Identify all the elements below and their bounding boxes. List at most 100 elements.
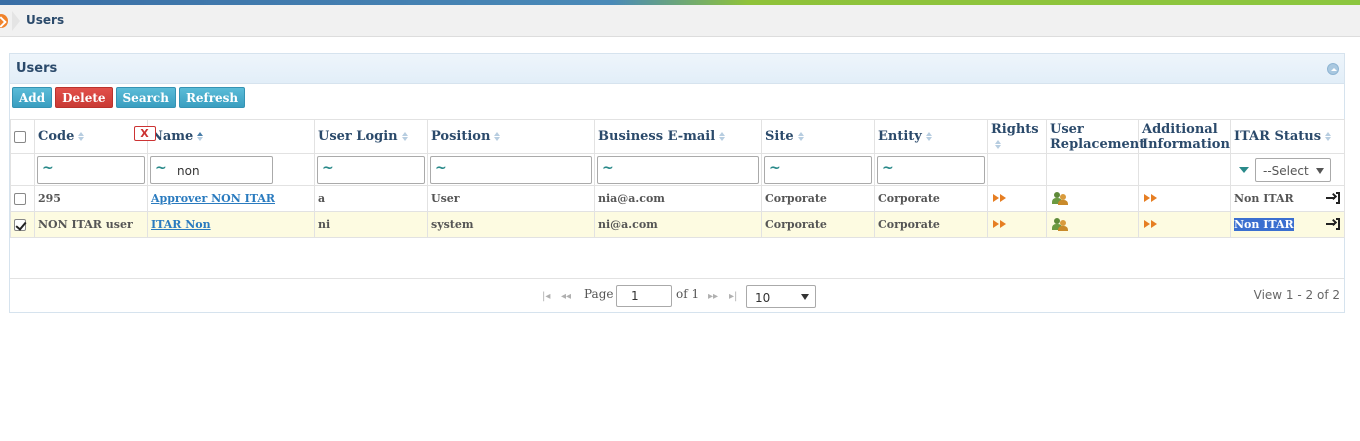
column-header-site[interactable]: Site [761,119,875,154]
cell-code: 295 [34,185,148,212]
itar-status-value: Non ITAR [1234,192,1294,205]
filter-cell-site: ~ [761,153,875,186]
cell-site: Corporate [761,211,875,238]
next-page-icon[interactable]: ▸▸ [708,291,718,302]
sort-icon [719,132,726,141]
page-total-label: of 1 [676,287,700,301]
login-icon[interactable] [1326,218,1340,230]
rows-per-page-select[interactable]: 10 [746,285,816,308]
rights-expand-icon[interactable] [993,220,1007,228]
table-row[interactable]: NON ITAR user ITAR Non ni system ni@a.co… [10,211,1345,238]
filter-cell-empty [10,153,35,186]
row-select-cell [10,185,35,212]
add-button[interactable]: Add [12,87,53,108]
column-header-entity[interactable]: Entity [874,119,988,154]
sort-icon [78,132,85,141]
itar-status-filter-select[interactable]: --Select-- [1255,157,1331,182]
header-row: Code Name User Login Position Business E… [10,119,1345,154]
breadcrumb-current[interactable]: Users [26,13,64,27]
column-header-code[interactable]: Code [34,119,148,154]
table-row[interactable]: 295 Approver NON ITAR a User nia@a.com C… [10,185,1345,212]
code-filter-input[interactable]: ~ [37,155,145,184]
filter-icon[interactable] [1239,166,1249,173]
login-icon[interactable] [1326,192,1340,204]
user-login-filter-input[interactable]: ~ [317,155,425,184]
email-filter-input[interactable]: ~ [597,155,759,184]
filter-cell-user-login: ~ [314,153,428,186]
toolbar: Add Delete Search Refresh [12,87,246,109]
select-all-cell [10,119,35,154]
sort-icon [797,132,804,141]
refresh-button[interactable]: Refresh [178,87,246,108]
sort-icon [925,132,932,141]
contains-operator-icon[interactable]: ~ [882,160,894,176]
filter-cell-code: ~ [34,153,148,186]
row-checkbox[interactable] [14,219,26,231]
name-filter-value: non [177,163,200,178]
first-page-icon[interactable]: |◂ [542,291,550,302]
filter-cell-position: ~ [427,153,595,186]
sort-icon [1325,132,1332,141]
page-label: Page [584,287,614,301]
column-header-rights[interactable]: Rights [987,119,1047,154]
name-filter-input[interactable]: ~ non [150,155,273,184]
cell-name: ITAR Non [147,211,315,238]
contains-operator-icon[interactable]: ~ [155,160,167,176]
record-count: View 1 - 2 of 2 [1253,288,1340,302]
row-checkbox[interactable] [14,193,26,205]
entity-filter-input[interactable]: ~ [877,155,985,184]
sort-asc-icon [197,132,204,141]
filter-cell-email: ~ [594,153,762,186]
rights-expand-icon[interactable] [993,194,1007,202]
cell-user-replacement [1046,185,1139,212]
additional-info-expand-icon[interactable] [1144,194,1158,202]
contains-operator-icon[interactable]: ~ [769,160,781,176]
breadcrumb-separator [12,11,20,31]
panel-title: Users [16,61,58,76]
user-name-link[interactable]: Approver NON ITAR [151,192,275,205]
users-icon[interactable] [1052,192,1068,206]
delete-button[interactable]: Delete [55,87,113,108]
column-header-name[interactable]: Name [147,119,315,154]
chevron-down-icon [801,294,809,300]
cell-additional-info [1138,211,1231,238]
filter-cell-name: ~ non X [133,125,315,186]
contains-operator-icon[interactable]: ~ [42,160,54,176]
pager: |◂ ◂◂ Page 1 of 1 ▸▸ ▸| 10 View 1 - 2 of… [10,278,1344,312]
cell-login: a [314,185,428,212]
itar-status-value: Non ITAR [1234,218,1294,231]
contains-operator-icon[interactable]: ~ [435,160,447,176]
panel-header: Users [10,54,1344,84]
position-filter-input[interactable]: ~ [430,155,592,184]
clear-filter-button[interactable]: X [133,125,156,141]
column-header-business-email[interactable]: Business E-mail [594,119,762,154]
cell-email: ni@a.com [594,211,762,238]
sort-icon [995,139,1001,149]
column-header-position[interactable]: Position [427,119,595,154]
search-button[interactable]: Search [115,87,176,108]
page-number-input[interactable]: 1 [616,285,672,307]
filter-row: ~ ~ non X ~ ~ ~ ~ ~ --Select-- [10,125,1345,186]
cell-entity: Corporate [874,211,988,238]
user-name-link[interactable]: ITAR Non [151,218,211,231]
filter-cell-entity: ~ [874,153,988,186]
filter-cell-itar-status: --Select-- [1230,153,1345,186]
users-icon[interactable] [1052,218,1068,232]
last-page-icon[interactable]: ▸| [729,291,737,302]
collapse-icon[interactable] [1327,63,1339,75]
site-filter-input[interactable]: ~ [764,155,872,184]
cell-entity: Corporate [874,185,988,212]
prev-page-icon[interactable]: ◂◂ [561,291,571,302]
cell-itar-status: Non ITAR [1230,211,1345,238]
filter-cell-additional-info [1138,153,1231,186]
contains-operator-icon[interactable]: ~ [602,160,614,176]
column-header-itar-status[interactable]: ITAR Status [1230,119,1345,154]
additional-info-expand-icon[interactable] [1144,220,1158,228]
sort-icon [494,132,501,141]
cell-email: nia@a.com [594,185,762,212]
home-icon[interactable] [0,14,8,28]
users-panel: Users Add Delete Search Refresh Code Nam… [9,53,1345,313]
column-header-user-login[interactable]: User Login [314,119,428,154]
contains-operator-icon[interactable]: ~ [322,160,334,176]
select-all-checkbox[interactable] [14,130,26,143]
